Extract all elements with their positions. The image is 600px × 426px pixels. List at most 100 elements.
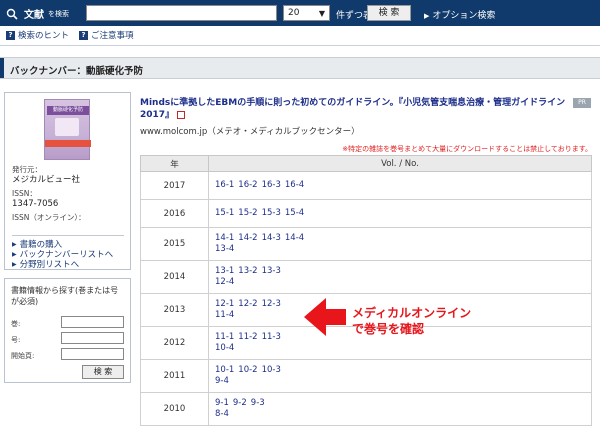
purchase-link[interactable]: ▶ 書籍の購入	[12, 240, 113, 250]
option-search-link[interactable]: ▶ オプション検索	[424, 8, 495, 21]
book-search-button[interactable]: 検 索	[82, 365, 124, 379]
volume-line: 15-1 15-2 15-3 15-4	[215, 208, 591, 219]
issue-link[interactable]: 10-1	[215, 365, 234, 375]
search-input[interactable]	[86, 5, 277, 21]
volume-cell: 10-1 10-2 10-3 9-4	[208, 359, 592, 393]
issue-link[interactable]: 16-4	[285, 180, 304, 190]
book-meta: 発行元： メジカルビュー社 ISSN： 1347-7056 ISSN（オンライン…	[12, 165, 127, 223]
issue-link[interactable]: 15-1	[215, 208, 234, 218]
table-header-row: 年 Vol. / No.	[140, 155, 592, 172]
backnumber-table: 年 Vol. / No. 2017 16-1 16-2 16-3 16-4 2016 15-…	[140, 155, 592, 426]
volume-line: 16-1 16-2 16-3 16-4	[215, 180, 591, 191]
issue-link[interactable]: 16-2	[238, 180, 257, 190]
volume-cell: 14-1 14-2 14-3 14-4 13-4	[208, 227, 592, 261]
issue-link[interactable]: 15-3	[262, 208, 281, 218]
triangle-right-icon: ▶	[12, 261, 17, 268]
search-icon	[6, 8, 18, 20]
table-row: 2016 15-1 15-2 15-3 15-4	[140, 199, 592, 228]
external-link-icon	[177, 110, 186, 119]
question-icon: ?	[79, 30, 89, 40]
start-page-input[interactable]	[61, 348, 124, 360]
number-label: 号:	[11, 336, 21, 344]
issue-link[interactable]: 16-1	[215, 180, 234, 190]
field-list-link[interactable]: ▶ 分野別リストへ	[12, 260, 113, 270]
issue-link[interactable]: 9-1	[215, 398, 229, 408]
issue-link[interactable]: 15-4	[285, 208, 304, 218]
issue-link[interactable]: 14-4	[285, 233, 304, 243]
brand-label: 文献	[24, 10, 44, 21]
publisher-label: 発行元：	[12, 165, 42, 174]
col-year-header: 年	[140, 155, 209, 172]
issue-link[interactable]: 12-4	[215, 277, 234, 287]
issue-link[interactable]: 12-2	[238, 299, 257, 309]
issue-link[interactable]: 11-3	[262, 332, 281, 342]
issue-link[interactable]: 9-4	[215, 376, 229, 386]
year-cell: 2014	[140, 260, 209, 294]
book-search-title: 書籍情報から探す(巻または号が必須)	[11, 286, 119, 306]
issue-link[interactable]: 12-3	[262, 299, 281, 309]
hint-link[interactable]: ? 検索のヒント	[6, 29, 69, 41]
volume-cell: 15-1 15-2 15-3 15-4	[208, 199, 592, 228]
issue-link[interactable]: 14-2	[238, 233, 257, 243]
issue-link[interactable]: 13-3	[262, 266, 281, 276]
issn-label: ISSN：	[12, 189, 37, 198]
issue-link[interactable]: 13-2	[238, 266, 257, 276]
hint-label: 検索のヒント	[18, 31, 70, 41]
volume-line: 9-1 9-2 9-3	[215, 398, 591, 409]
publisher-value: メジカルビュー社	[12, 175, 81, 185]
perpage-select[interactable]: 20 ▼	[283, 5, 330, 21]
backnumber-list-link[interactable]: ▶ バックナンバーリストへ	[12, 250, 113, 260]
volume-line: 10-1 10-2 10-3	[215, 365, 591, 376]
volume-line: 9-4	[215, 376, 591, 387]
book-cover-image[interactable]: 動脈硬化予防	[44, 99, 91, 160]
book-info-panel: 動脈硬化予防 発行元： メジカルビュー社 ISSN： 1347-7056 ISS…	[4, 92, 131, 270]
section-header: バックナンバー：動脈硬化予防	[0, 57, 600, 79]
year-cell: 2012	[140, 326, 209, 360]
pr-title-link[interactable]: Mindsに準拠したEBMの手順に則った初めてのガイドライン。『小児気管支喘息治…	[140, 97, 580, 121]
issue-link[interactable]: 11-4	[215, 310, 234, 320]
issn-value: 1347-7056	[12, 199, 59, 209]
issue-link[interactable]: 14-3	[262, 233, 281, 243]
start-page-label: 開始頁:	[11, 352, 35, 360]
issue-link[interactable]: 14-1	[215, 233, 234, 243]
option-search-label: オプション検索	[432, 11, 496, 21]
book-search-panel: 書籍情報から探す(巻または号が必須) 巻: 号: 開始頁: 検 索	[4, 278, 131, 383]
issue-link[interactable]: 11-1	[215, 332, 234, 342]
volume-line: 10-4	[215, 343, 591, 354]
volume-cell: 13-1 13-2 13-3 12-4	[208, 260, 592, 294]
issue-link[interactable]: 15-2	[238, 208, 257, 218]
issue-link[interactable]: 13-4	[215, 244, 234, 254]
table-body: 2017 16-1 16-2 16-3 16-4 2016 15-1 15-2 15-3 15-4…	[140, 171, 592, 426]
book-links: ▶ 書籍の購入 ▶ バックナンバーリストへ ▶ 分野別リストへ	[12, 240, 113, 270]
download-warning: ※特定の雑誌を巻号まとめて大量にダウンロードすることは禁止しております。	[342, 145, 592, 153]
number-input[interactable]	[61, 332, 124, 344]
question-icon: ?	[6, 30, 15, 40]
notes-link[interactable]: ? ご注意事項	[79, 29, 134, 41]
perpage-value: 20	[288, 8, 300, 18]
issue-link[interactable]: 10-4	[215, 343, 234, 353]
table-row: 2015 14-1 14-2 14-3 14-4 13-4	[140, 227, 592, 261]
year-cell: 2010	[140, 392, 209, 426]
volume-line: 13-4	[215, 244, 591, 255]
search-button[interactable]: 検 索	[367, 5, 411, 21]
volume-cell: 16-1 16-2 16-3 16-4	[208, 171, 592, 200]
pr-url: www.molcom.jp（メテオ・メディカルブックセンター）	[140, 127, 360, 137]
issue-link[interactable]: 12-1	[215, 299, 234, 309]
issue-link[interactable]: 10-3	[262, 365, 281, 375]
issue-link[interactable]: 9-2	[233, 398, 247, 408]
sub-navigation: ? 検索のヒント ? ご注意事項	[6, 29, 134, 41]
callout-line1: メディカルオンライン	[352, 306, 472, 320]
arrow-left-icon	[304, 298, 346, 336]
triangle-right-icon: ▶	[12, 241, 17, 248]
issue-link[interactable]: 16-3	[262, 180, 281, 190]
issue-link[interactable]: 10-2	[238, 365, 257, 375]
divider	[0, 45, 600, 46]
issue-link[interactable]: 11-2	[238, 332, 257, 342]
triangle-right-icon: ▶	[424, 12, 430, 20]
issue-link[interactable]: 9-3	[251, 398, 265, 408]
pr-title: Mindsに準拠したEBMの手順に則った初めてのガイドライン。『小児気管支喘息治…	[140, 98, 566, 120]
chevron-down-icon: ▼	[318, 9, 325, 18]
issue-link[interactable]: 13-1	[215, 266, 234, 276]
volume-input[interactable]	[61, 316, 124, 328]
notes-label: ご注意事項	[91, 31, 134, 41]
